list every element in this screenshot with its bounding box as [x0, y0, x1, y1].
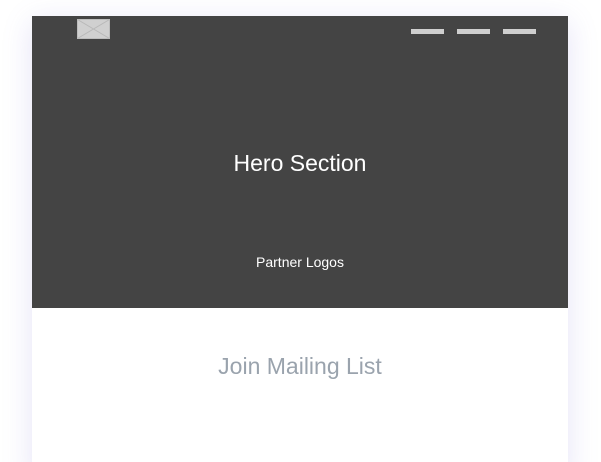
- hero-title: Hero Section: [233, 150, 367, 176]
- nav-item-placeholder[interactable]: [503, 29, 536, 34]
- canvas: Hero Section Partner Logos Join Mailing …: [0, 0, 601, 462]
- hero-section: Hero Section Partner Logos: [32, 16, 568, 308]
- wireframe-page: Hero Section Partner Logos Join Mailing …: [32, 16, 568, 462]
- nav-menu: [411, 29, 536, 34]
- partner-logos-label: Partner Logos: [256, 254, 344, 270]
- nav-item-placeholder[interactable]: [411, 29, 444, 34]
- nav-item-placeholder[interactable]: [457, 29, 490, 34]
- image-placeholder-icon[interactable]: [77, 19, 110, 39]
- mailing-list-title: Join Mailing List: [218, 353, 382, 379]
